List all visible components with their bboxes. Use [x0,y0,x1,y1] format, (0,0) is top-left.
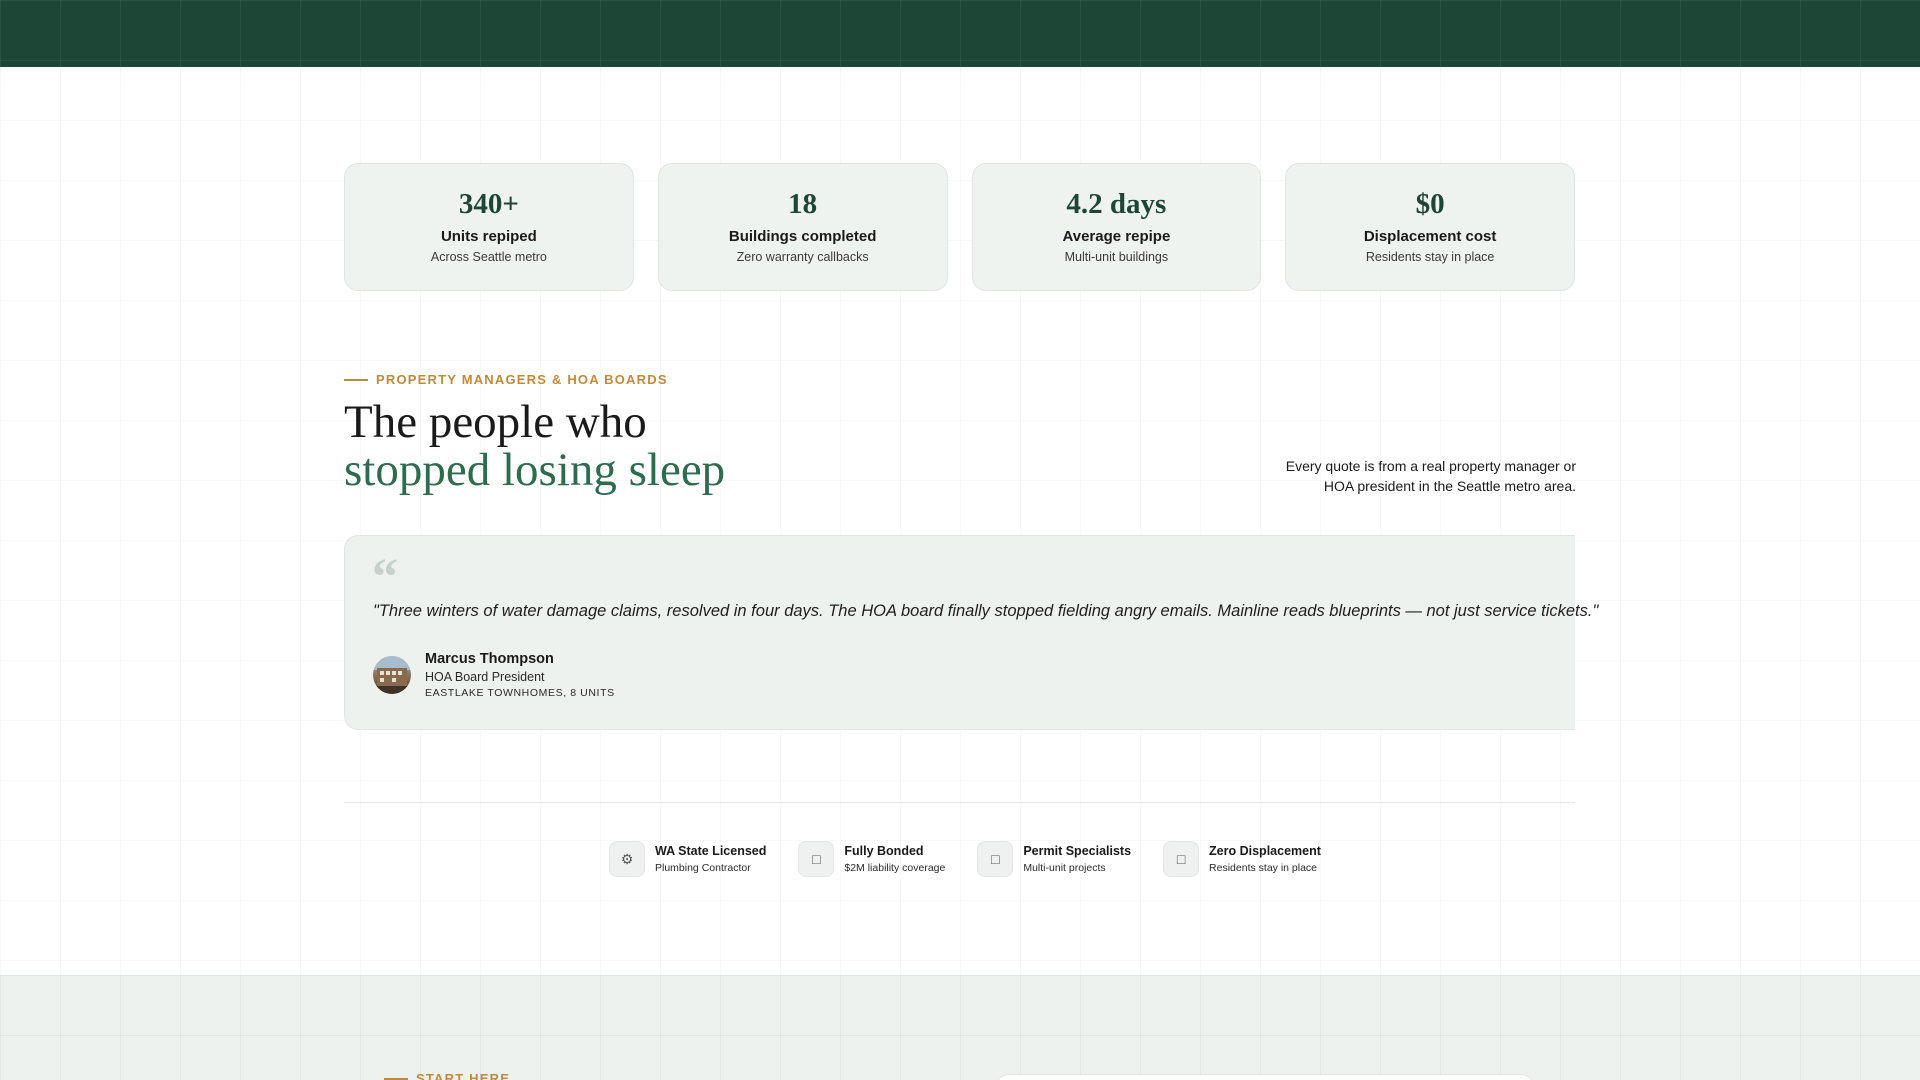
badge-permits: □ Permit Specialists Multi-unit projects [977,841,1131,877]
stat-label: Buildings completed [728,228,877,245]
shield-icon: □ [798,841,835,877]
section-eyebrow: PROPERTY MANAGERS & HOA BOARDS [344,372,668,387]
stat-value: 18 [788,188,818,220]
author-org: EASTLAKE TOWNHOMES, 8 UNITS [425,687,615,699]
quote-form-card [995,1074,1535,1080]
stat-card-average-repipe: 4.2 days Average repipe Multi-unit build… [971,163,1262,291]
author-details: Marcus Thompson HOA Board President EAST… [425,651,615,699]
testimonial-quote: "Three winters of water damage claims, r… [373,602,1599,620]
header-band [0,0,1920,67]
badge-title: Permit Specialists [1023,844,1132,858]
stat-card-displacement: $0 Displacement cost Residents stay in p… [1285,163,1575,291]
badge-licensed: ⚙ WA State Licensed Plumbing Contractor [609,841,766,877]
badge-title: WA State Licensed [655,844,767,858]
section-divider [344,802,1575,803]
trust-badges: ⚙ WA State Licensed Plumbing Contractor … [609,841,1321,877]
stat-value: 4.2 days [1066,188,1167,220]
stat-label: Average repipe [1062,228,1171,245]
author-name: Marcus Thompson [425,651,554,667]
stat-label: Units repiped [440,228,537,245]
stats-row: 340+ Units repiped Across Seattle metro … [344,163,1575,291]
stat-label: Displacement cost [1363,228,1497,245]
badge-sub: Multi-unit projects [1023,862,1106,874]
badge-title: Fully Bonded [844,844,924,858]
gear-icon: ⚙ [609,841,645,877]
eyebrow-text: START HERE [416,1071,511,1080]
stat-sub: Multi-unit buildings [1064,250,1169,264]
testimonial-card: “ "Three winters of water damage claims,… [344,535,1599,730]
stat-card-units: 340+ Units repiped Across Seattle metro [344,163,634,291]
stat-value: 340+ [458,188,519,220]
badge-title: Zero Displacement [1209,844,1321,858]
stat-sub: Zero warranty callbacks [736,250,869,264]
home-icon: □ [1163,841,1200,877]
badge-sub: $2M liability coverage [844,862,946,874]
stat-sub: Residents stay in place [1365,250,1495,264]
badge-sub: Plumbing Contractor [655,862,751,874]
stat-sub: Across Seattle metro [430,250,547,264]
section-intro: Every quote is from a real property mana… [1285,458,1576,494]
eyebrow-text: PROPERTY MANAGERS & HOA BOARDS [376,372,668,387]
section-headline: The people who stopped losing sleep [344,398,725,494]
badge-zero-displacement: □ Zero Displacement Residents stay in pl… [1163,841,1321,877]
start-here-section [0,975,1920,1080]
avatar [373,656,411,694]
author-role: HOA Board President [425,670,545,684]
badge-bonded: □ Fully Bonded $2M liability coverage [798,841,945,877]
quote-mark-icon: “ [372,549,398,606]
headline-line-1: The people who [344,396,647,448]
badge-sub: Residents stay in place [1209,862,1318,874]
stat-card-buildings: 18 Buildings completed Zero warranty cal… [657,163,948,291]
start-here-eyebrow: START HERE [384,1071,510,1080]
eyebrow-dash [344,378,368,381]
testimonial-author: Marcus Thompson HOA Board President EAST… [373,651,615,699]
document-icon: □ [977,841,1014,877]
eyebrow-dash [384,1077,408,1080]
stat-value: $0 [1415,188,1445,220]
headline-line-2: stopped losing sleep [344,444,726,496]
